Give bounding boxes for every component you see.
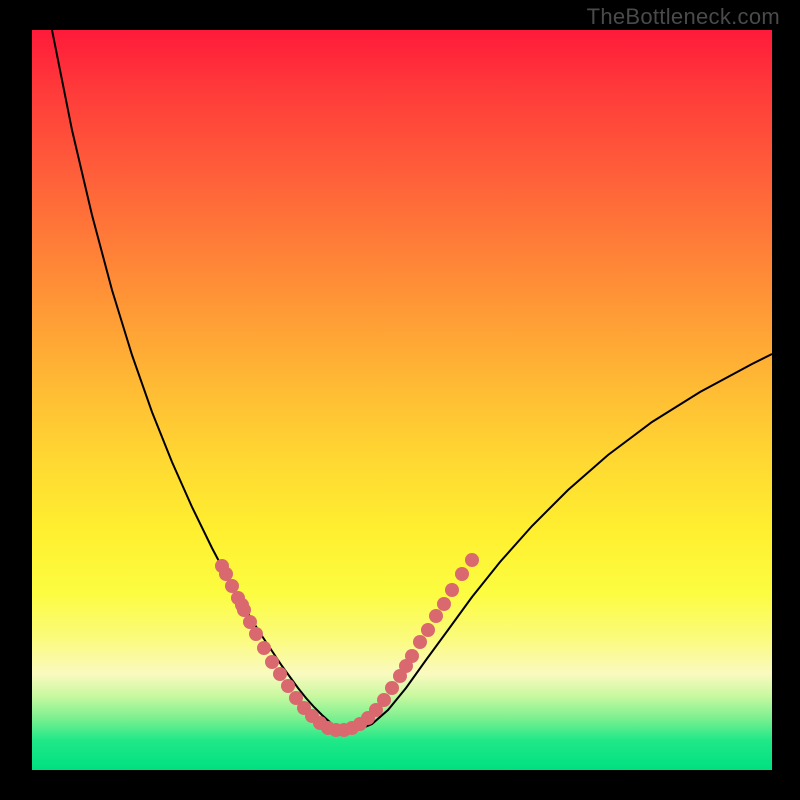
data-point bbox=[273, 667, 287, 681]
data-point bbox=[455, 567, 469, 581]
data-point bbox=[385, 681, 399, 695]
data-point bbox=[235, 598, 249, 612]
data-point bbox=[219, 567, 233, 581]
chart-frame: TheBottleneck.com bbox=[0, 0, 800, 800]
data-point bbox=[437, 597, 451, 611]
data-point bbox=[225, 579, 239, 593]
bottleneck-curve bbox=[52, 30, 772, 730]
data-point bbox=[281, 679, 295, 693]
data-point bbox=[445, 583, 459, 597]
data-point bbox=[377, 693, 391, 707]
data-point bbox=[243, 615, 257, 629]
data-point bbox=[465, 553, 479, 567]
data-point bbox=[257, 641, 271, 655]
data-point bbox=[405, 649, 419, 663]
data-point bbox=[413, 635, 427, 649]
data-point bbox=[421, 623, 435, 637]
data-point bbox=[249, 627, 263, 641]
chart-svg bbox=[0, 0, 800, 800]
data-point bbox=[265, 655, 279, 669]
data-point bbox=[429, 609, 443, 623]
